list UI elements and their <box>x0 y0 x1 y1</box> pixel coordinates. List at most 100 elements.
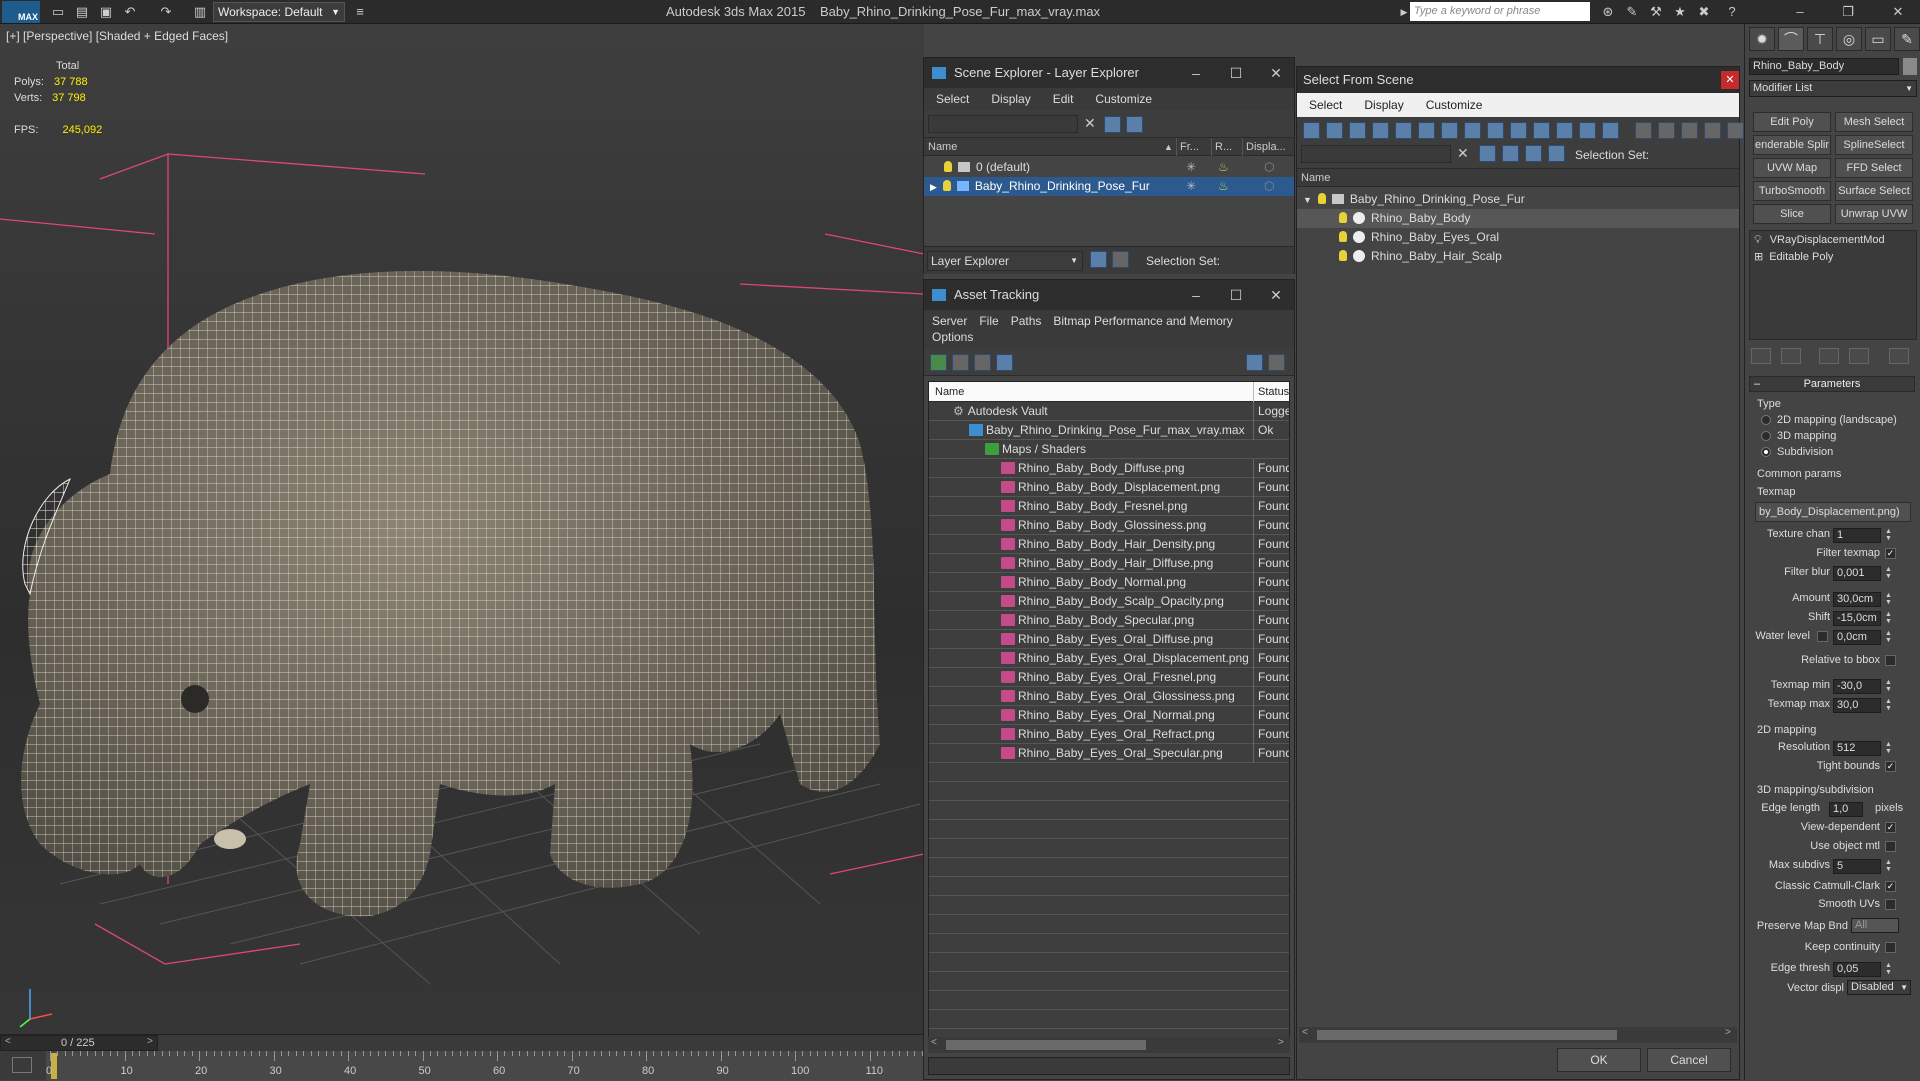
funnel-icon[interactable] <box>1704 122 1721 139</box>
layers-icon[interactable] <box>1090 251 1107 268</box>
hierarchy-tab-icon[interactable]: ⊤ <box>1807 27 1833 51</box>
amount-spinner[interactable]: 30,0cm <box>1833 592 1881 607</box>
object-name-field[interactable]: Rhino_Baby_Body <box>1749 58 1899 75</box>
max-logo[interactable]: MAX <box>2 1 40 23</box>
menu-options[interactable]: Options <box>924 328 983 344</box>
lightbulb-icon[interactable]: 💡︎ <box>1754 234 1762 246</box>
asset-row-map[interactable]: Rhino_Baby_Body_Normal.png Found <box>929 573 1289 592</box>
shift-spinner[interactable]: -15,0cm <box>1833 611 1881 626</box>
spinner-arrows-icon[interactable]: ▲ ▼ <box>1885 698 1892 712</box>
asset-row-maps-group[interactable]: Maps / Shaders <box>929 440 1289 459</box>
asset-tracking-titlebar[interactable]: Asset Tracking – ☐ ✕ <box>924 280 1294 310</box>
box-display-icon[interactable]: ⬡ <box>1264 158 1274 177</box>
selection-set-icon[interactable] <box>1548 145 1565 162</box>
modifier-button[interactable]: Surface Select <box>1835 181 1913 201</box>
scene-object-row[interactable]: Rhino_Baby_Body <box>1297 209 1739 228</box>
spinner-arrows-icon[interactable]: ▲ ▼ <box>1885 741 1892 755</box>
display-filter-icon[interactable] <box>1126 116 1143 133</box>
prev-frame-icon[interactable]: < <box>5 1036 11 1047</box>
parameters-rollout[interactable]: – Parameters <box>1749 376 1915 392</box>
restore-icon[interactable]: ❐ <box>1838 3 1858 21</box>
asset-row-map[interactable]: Rhino_Baby_Body_Specular.png Found <box>929 611 1289 630</box>
minimize-icon[interactable]: – <box>1176 280 1216 310</box>
redo-icon[interactable]: ↷ <box>156 3 176 21</box>
spinner-arrows-icon[interactable]: ▲ ▼ <box>1885 592 1892 606</box>
modifier-button[interactable]: SplineSelect <box>1835 135 1913 155</box>
relative-bbox-checkbox[interactable] <box>1885 655 1896 666</box>
light-bulb-icon[interactable] <box>944 161 952 172</box>
modifier-button[interactable]: FFD Select <box>1835 158 1913 178</box>
scroll-right-icon[interactable]: > <box>1725 1027 1731 1038</box>
light-bulb-icon[interactable] <box>1339 212 1347 223</box>
asset-row-map[interactable]: Rhino_Baby_Body_Glossiness.png Found <box>929 516 1289 535</box>
asset-row-map[interactable]: Rhino_Baby_Body_Hair_Density.png Found <box>929 535 1289 554</box>
scroll-thumb[interactable] <box>1317 1030 1617 1040</box>
invert-icon[interactable] <box>1349 122 1366 139</box>
filter-texmap-checkbox[interactable]: ✓ <box>1885 548 1896 559</box>
table-view-icon[interactable] <box>996 354 1013 371</box>
smooth-uvs-checkbox[interactable] <box>1885 899 1896 910</box>
undo-icon[interactable]: ↶ <box>120 3 140 21</box>
select-all-icon[interactable] <box>1303 122 1320 139</box>
modifier-stack[interactable]: 💡︎ VRayDisplacementMod ⊞ Editable Poly <box>1749 230 1917 340</box>
timeline[interactable]: < 0 / 225 > 010203040506070809010011012 <box>0 1034 952 1081</box>
xrefs-filter-icon[interactable] <box>1533 122 1550 139</box>
viewport-label[interactable]: [+] [Perspective] [Shaded + Edged Faces] <box>6 29 228 43</box>
col-name[interactable]: Name <box>1301 172 1330 184</box>
filter-blur-spinner[interactable]: 0,001 <box>1833 566 1881 581</box>
open-icon[interactable]: ▤ <box>72 3 92 21</box>
exchange-icon[interactable]: ✖ <box>1694 3 1714 21</box>
texmap-button[interactable]: by_Body_Displacement.png) <box>1755 502 1911 522</box>
radio-2d-mapping[interactable] <box>1761 415 1771 425</box>
radio-subdivision[interactable] <box>1761 447 1771 457</box>
scene-explorer-titlebar[interactable]: Scene Explorer - Layer Explorer – ☐ ✕ <box>924 58 1294 88</box>
save-icon[interactable]: ▣ <box>96 3 116 21</box>
containers-filter-icon[interactable] <box>1579 122 1596 139</box>
texture-chan-spinner[interactable]: 1 <box>1833 528 1881 543</box>
command-panel[interactable]: ✹ ⌒ ⊤ ◎ ▭ ✎ Rhino_Baby_Body Modifier List ▼ Ed… <box>1744 24 1920 1080</box>
create-tab-icon[interactable]: ✹ <box>1749 27 1775 51</box>
filter-toggle-icon[interactable] <box>1479 145 1496 162</box>
layer-row-rhino[interactable]: ▶ Baby_Rhino_Drinking_Pose_Fur ✳ ♨ ⬡ <box>924 177 1294 196</box>
menu-bitmap-performance[interactable]: Bitmap Performance and Memory <box>1045 310 1236 328</box>
menu-select[interactable]: Select <box>924 88 979 106</box>
col-frozen[interactable]: Fr... <box>1176 138 1199 156</box>
teapot-icon[interactable]: ♨ <box>1218 158 1229 177</box>
light-bulb-icon[interactable] <box>1317 193 1326 204</box>
use-object-mtl-checkbox[interactable] <box>1885 841 1896 852</box>
help-icon[interactable] <box>1246 354 1263 371</box>
texmap-min-spinner[interactable]: -30,0 <box>1833 679 1881 694</box>
asset-row-map[interactable]: Rhino_Baby_Eyes_Oral_Refract.png Found <box>929 725 1289 744</box>
make-unique-icon[interactable] <box>1819 348 1839 364</box>
teapot-icon[interactable]: ♨ <box>1218 177 1229 196</box>
frozen-filter-icon[interactable] <box>1602 122 1619 139</box>
spinner-arrows-icon[interactable]: ▲ ▼ <box>1885 528 1892 542</box>
menu-display[interactable]: Display <box>1352 93 1413 112</box>
menu-select[interactable]: Select <box>1297 93 1352 112</box>
modifier-button[interactable]: UVW Map <box>1753 158 1831 178</box>
find-input[interactable] <box>928 115 1078 133</box>
tight-bounds-checkbox[interactable]: ✓ <box>1885 761 1896 772</box>
helpers-filter-icon[interactable] <box>1464 122 1481 139</box>
favorites-icon[interactable]: ★ <box>1670 3 1690 21</box>
menu-server[interactable]: Server <box>924 310 971 328</box>
close-icon[interactable]: ✕ <box>1721 71 1739 89</box>
asset-row-map[interactable]: Rhino_Baby_Body_Diffuse.png Found <box>929 459 1289 478</box>
expand-icon[interactable]: ⊞ <box>1754 251 1763 263</box>
menu-customize[interactable]: Customize <box>1414 93 1493 112</box>
bones-filter-icon[interactable] <box>1556 122 1573 139</box>
menu-customize[interactable]: Customize <box>1083 88 1162 106</box>
cancel-button[interactable]: Cancel <box>1647 1048 1731 1072</box>
stack-item-vray[interactable]: 💡︎ VRayDisplacementMod <box>1754 234 1885 247</box>
hierarchy-icon[interactable] <box>1502 145 1519 162</box>
menu-paths[interactable]: Paths <box>1003 310 1046 328</box>
modifier-button[interactable]: Mesh Select <box>1835 112 1913 132</box>
col-asset-status[interactable]: Status <box>1253 382 1289 402</box>
scroll-thumb[interactable] <box>946 1040 1146 1050</box>
collapse-icon[interactable]: ▼ <box>1303 195 1312 205</box>
sort-icon[interactable] <box>1681 122 1698 139</box>
water-level-checkbox[interactable] <box>1817 631 1828 642</box>
utilities-tab-icon[interactable]: ✎ <box>1894 27 1920 51</box>
filter-list-icon[interactable] <box>1727 122 1744 139</box>
tools-icon[interactable]: ✎ <box>1622 3 1642 21</box>
